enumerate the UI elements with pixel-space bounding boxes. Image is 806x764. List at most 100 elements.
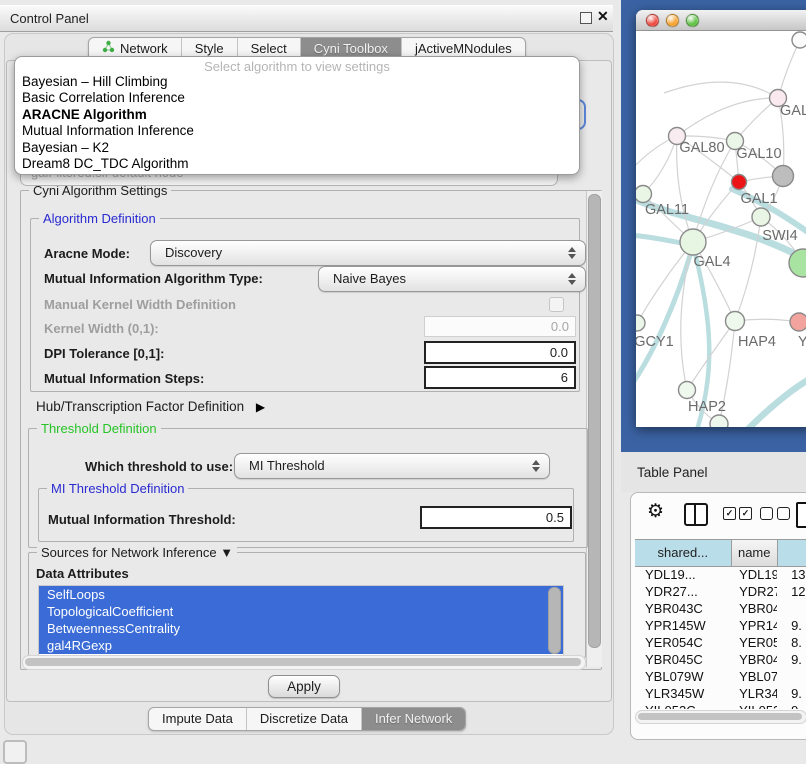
table-cell[interactable] xyxy=(777,600,806,617)
which-threshold-select[interactable]: MI Threshold xyxy=(234,453,550,479)
network-node-gcy1[interactable] xyxy=(636,315,645,331)
deselect-all-icon[interactable] xyxy=(760,507,790,520)
network-graph[interactable]: GAL7GAL80GAL10GAL1GAL11SWI4GAL4GCY1HAP4Y… xyxy=(636,31,806,427)
table-cell[interactable]: YPR145W xyxy=(635,617,731,634)
network-node[interactable] xyxy=(792,32,806,48)
table-row[interactable]: YLR345WYLR345W9. xyxy=(635,685,806,702)
table-cell[interactable]: YLR345W xyxy=(635,685,731,702)
table-hscrollbar-thumb[interactable] xyxy=(638,713,802,720)
attribute-item[interactable]: BetweennessCentrality xyxy=(39,620,563,637)
table-row[interactable]: YIL052CYIL052C9 xyxy=(635,702,806,709)
minimize-traffic-light-icon[interactable] xyxy=(666,14,679,27)
mi-steps-field[interactable]: 6 xyxy=(424,366,576,389)
column-header-shared...[interactable]: shared... xyxy=(635,540,732,566)
network-view-window[interactable]: GAL7GAL80GAL10GAL1GAL11SWI4GAL4GCY1HAP4Y… xyxy=(636,10,806,427)
algorithm-option[interactable]: Dream8 DC_TDC Algorithm xyxy=(15,156,579,172)
table-cell[interactable]: YBL079W xyxy=(731,668,777,685)
table-row[interactable]: YPR145WYPR145W9. xyxy=(635,617,806,634)
aracne-mode-select[interactable]: Discovery xyxy=(150,240,586,266)
table-cell[interactable]: YIL052C xyxy=(635,702,731,709)
table-cell[interactable]: 13 xyxy=(777,566,806,583)
table-row[interactable]: YER054CYER054C8. xyxy=(635,634,806,651)
table-cell[interactable] xyxy=(777,668,806,685)
algorithm-option[interactable]: Bayesian – Hill Climbing xyxy=(15,74,579,90)
table-row[interactable]: YDR27...YDR27...12 xyxy=(635,583,806,600)
table-cell[interactable]: 9. xyxy=(777,651,806,668)
table-cell[interactable]: YIL052C xyxy=(731,702,777,709)
table-hscrollbar-track[interactable] xyxy=(635,710,806,724)
table-cell[interactable]: 9 xyxy=(777,702,806,709)
apply-button[interactable]: Apply xyxy=(268,675,340,698)
network-node-gal4[interactable] xyxy=(680,229,706,255)
table-row[interactable]: YBL079WYBL079W xyxy=(635,668,806,685)
network-node-gal1[interactable] xyxy=(732,175,747,190)
table-cell[interactable]: YDL19... xyxy=(635,566,731,583)
network-node-y[interactable] xyxy=(790,313,806,331)
table-cell[interactable]: YBR043C xyxy=(635,600,731,617)
tab-discretize-data[interactable]: Discretize Data xyxy=(246,708,361,730)
network-node[interactable] xyxy=(773,166,794,187)
close-traffic-light-icon[interactable] xyxy=(646,14,659,27)
attribute-item[interactable]: SelfLoops xyxy=(39,586,563,603)
algorithm-option[interactable]: Bayesian – K2 xyxy=(15,140,579,156)
network-node-hap2[interactable] xyxy=(679,382,696,399)
table-row[interactable]: YBR043CYBR043C xyxy=(635,600,806,617)
data-attributes-list[interactable]: SelfLoopsTopologicalCoefficientBetweenne… xyxy=(38,585,564,656)
table-cell[interactable]: YBR045C xyxy=(635,651,731,668)
sources-group-title[interactable]: Sources for Network Inference ▼ xyxy=(37,545,237,560)
network-node-gal11[interactable] xyxy=(636,186,652,203)
attributes-scrollbar-thumb[interactable] xyxy=(548,587,561,654)
minimized-panel-button[interactable] xyxy=(3,740,27,764)
split-pane-icon[interactable] xyxy=(684,503,708,526)
table-doc-icon[interactable] xyxy=(796,502,806,528)
attribute-item[interactable]: TopologicalCoefficient xyxy=(39,603,563,620)
settings-hscrollbar-thumb[interactable] xyxy=(25,658,581,666)
network-node-swi4[interactable] xyxy=(752,208,770,226)
zoom-traffic-light-icon[interactable] xyxy=(686,14,699,27)
table-cell[interactable]: YPR145W xyxy=(731,617,777,634)
mi-threshold-field[interactable]: 0.5 xyxy=(420,506,572,529)
float-window-icon[interactable] xyxy=(580,12,592,24)
dpi-tolerance-field[interactable]: 0.0 xyxy=(424,341,576,364)
settings-scrollbar-thumb[interactable] xyxy=(588,194,601,648)
select-all-icon[interactable]: ✓✓ xyxy=(723,507,752,520)
network-edge[interactable] xyxy=(778,40,800,98)
network-node[interactable] xyxy=(710,415,728,427)
hub-definition-toggle[interactable]: Hub/Transcription Factor Definition ▶ xyxy=(36,399,265,414)
kernel-width-field[interactable]: 0.0 xyxy=(424,316,576,337)
network-edge-ribbon[interactable] xyxy=(636,245,693,387)
table-cell[interactable]: 9. xyxy=(777,685,806,702)
algorithm-option[interactable]: Mutual Information Inference xyxy=(15,123,579,139)
attribute-item[interactable]: gal4RGexp xyxy=(39,637,563,654)
table-cell[interactable]: YBR043C xyxy=(731,600,777,617)
table-cell[interactable]: YBL079W xyxy=(635,668,731,685)
column-header-name[interactable]: name xyxy=(732,540,778,566)
algorithm-option[interactable]: ARACNE Algorithm xyxy=(15,107,579,123)
table-cell[interactable]: YDL19... xyxy=(731,566,777,583)
tab-impute-data[interactable]: Impute Data xyxy=(149,708,246,730)
table-cell[interactable]: YER054C xyxy=(635,634,731,651)
table-cell[interactable]: YLR345W xyxy=(731,685,777,702)
gear-icon[interactable]: ⚙ xyxy=(647,501,664,523)
table-cell[interactable]: YDR27... xyxy=(635,583,731,600)
table-cell[interactable]: 8. xyxy=(777,634,806,651)
column-header-col2[interactable] xyxy=(778,540,806,566)
mi-type-select[interactable]: Naive Bayes xyxy=(318,266,586,292)
table-cell[interactable]: YDR27... xyxy=(731,583,777,600)
table-cell[interactable]: YBR045C xyxy=(731,651,777,668)
table-cell[interactable]: 9. xyxy=(777,617,806,634)
algorithm-option[interactable]: Basic Correlation Inference xyxy=(15,90,579,106)
close-icon[interactable]: ✕ xyxy=(597,8,609,25)
table-cell[interactable]: YER054C xyxy=(731,634,777,651)
network-edge[interactable] xyxy=(664,82,778,98)
network-edge-ribbon[interactable] xyxy=(744,375,806,427)
settings-hscrollbar-track[interactable] xyxy=(22,655,586,670)
table-row[interactable]: YBR045CYBR045C9. xyxy=(635,651,806,668)
network-node-hap4[interactable] xyxy=(726,312,745,331)
network-canvas[interactable]: GAL7GAL80GAL10GAL1GAL11SWI4GAL4GCY1HAP4Y… xyxy=(636,31,806,427)
tab-infer-network[interactable]: Infer Network xyxy=(361,708,465,730)
table-row[interactable]: YDL19...YDL19...13 xyxy=(635,566,806,583)
network-window-titlebar[interactable] xyxy=(636,10,806,31)
table-cell[interactable]: 12 xyxy=(777,583,806,600)
manual-kernel-checkbox[interactable] xyxy=(549,297,564,312)
